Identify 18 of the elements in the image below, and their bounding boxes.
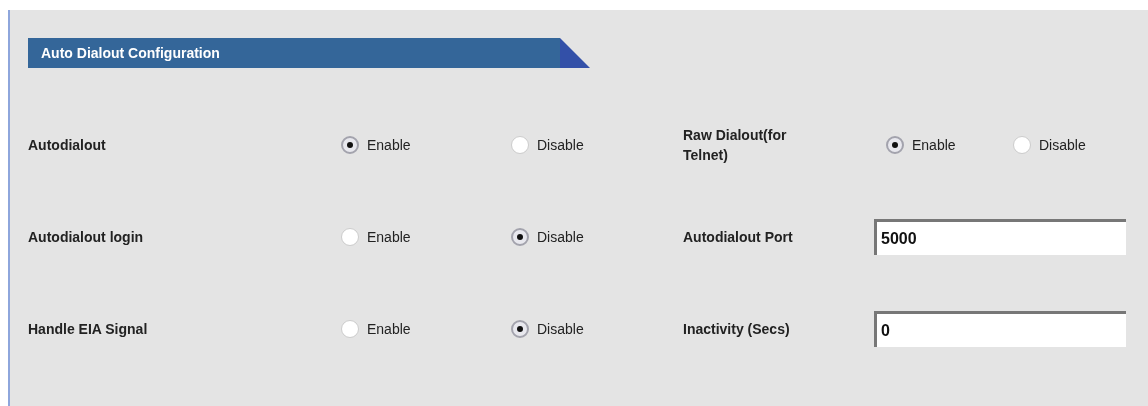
radio-option[interactable]: Enable [341, 228, 411, 246]
radio-option[interactable]: Disable [511, 320, 584, 338]
radio-option[interactable]: Enable [341, 136, 411, 154]
header-corner [560, 38, 590, 68]
field-label: Inactivity (Secs) [683, 320, 791, 339]
field-label: Autodialout Port [683, 228, 794, 247]
radio-option[interactable]: Disable [511, 136, 584, 154]
field-label: Raw Dialout(for Telnet) [683, 126, 788, 165]
input-field[interactable]: 5000 [874, 219, 1126, 255]
input-field[interactable]: 0 [874, 311, 1126, 347]
radio-option[interactable]: Enable [341, 320, 411, 338]
radio-option[interactable]: Enable [886, 136, 1001, 154]
field-label: Autodialout login [28, 229, 145, 245]
radio-option[interactable]: Disable [1013, 136, 1128, 154]
field-label: Handle EIA Signal [28, 321, 149, 337]
section-title: Auto Dialout Configuration [28, 38, 560, 68]
radio-option[interactable]: Disable [511, 228, 584, 246]
field-label: Autodialout [28, 137, 107, 153]
